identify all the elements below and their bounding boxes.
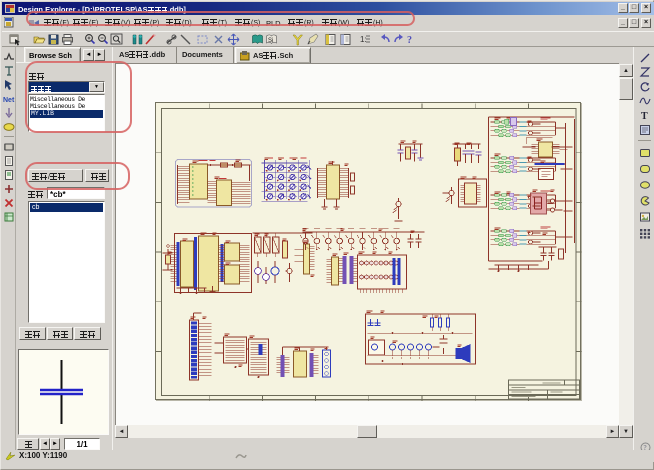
svg-text:Net: Net (3, 97, 15, 104)
svg-text:1:: 1: (360, 35, 367, 44)
svg-text:Si: Si (268, 38, 273, 44)
svg-text:?: ? (407, 35, 412, 46)
svg-text:T: T (641, 111, 648, 121)
